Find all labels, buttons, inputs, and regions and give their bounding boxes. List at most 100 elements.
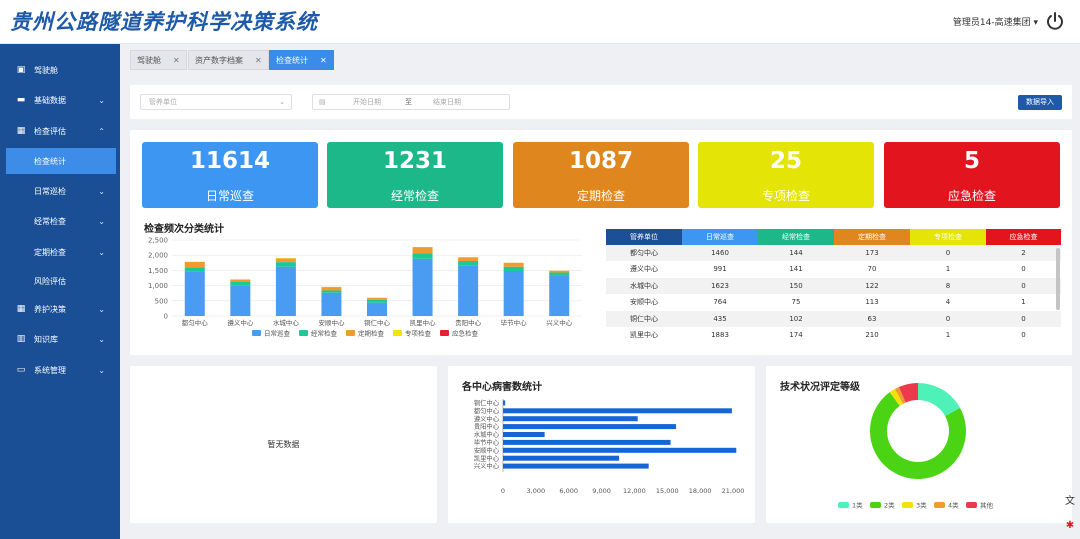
stat-label: 专项检查 xyxy=(761,189,810,203)
sidebar-item-label: 定期检查 xyxy=(34,247,66,257)
table-cell: 1460 xyxy=(711,249,729,257)
import-data-button[interactable]: 数据导入 xyxy=(1018,95,1062,110)
bar-segment[interactable] xyxy=(230,281,251,286)
table-row[interactable]: 水城中心 1623 150 122 8 0 xyxy=(606,277,1061,295)
stat-value: 5 xyxy=(963,148,980,174)
sidebar-item-dashboard[interactable]: ▣ 驾驶舱 xyxy=(0,57,120,83)
table-row[interactable]: 都匀中心 1460 144 173 0 2 xyxy=(606,245,1061,262)
tab-asset-archive[interactable]: 资产数字档案 ✕ xyxy=(188,50,269,70)
sidebar-item-system[interactable]: ▭ 系统管理 ⌄ xyxy=(0,357,120,383)
bar-segment[interactable] xyxy=(549,275,570,316)
bar-segment[interactable] xyxy=(503,262,524,267)
bar-segment[interactable] xyxy=(367,299,387,303)
bar-segment[interactable] xyxy=(321,292,342,316)
bar-segment[interactable] xyxy=(549,272,570,276)
bar[interactable] xyxy=(503,432,545,437)
table-cell: 4 xyxy=(945,298,951,307)
donut-slice[interactable] xyxy=(918,383,961,417)
table-cell: 安顺中心 xyxy=(630,298,658,307)
chevron-down-icon: ⌄ xyxy=(98,186,105,196)
bar-segment[interactable] xyxy=(412,247,433,254)
x-tick-label: 18,000 xyxy=(689,487,712,495)
bar-segment[interactable] xyxy=(412,258,433,316)
bar-segment[interactable] xyxy=(230,285,251,316)
table-cell: 102 xyxy=(789,314,803,323)
table-cell: 2 xyxy=(1021,249,1026,257)
table-row[interactable]: 铜仁中心 435 102 63 0 0 xyxy=(606,310,1061,327)
sidebar-item-inspection-stats[interactable]: 检查统计 xyxy=(6,148,116,174)
bar-segment[interactable] xyxy=(458,257,479,261)
bar-segment[interactable] xyxy=(321,290,342,293)
bar[interactable] xyxy=(503,400,506,406)
bar-segment[interactable] xyxy=(275,258,296,263)
legend-swatch xyxy=(299,330,308,336)
y-tick-label: 遵义中心 xyxy=(474,414,500,423)
table-cell: 1 xyxy=(945,265,951,274)
sidebar-item-maintenance-decision[interactable]: ▦ 养护决策 ⌄ xyxy=(0,296,120,322)
bar-segment[interactable] xyxy=(184,271,205,316)
bar[interactable] xyxy=(503,447,737,453)
tab-dashboard[interactable]: 驾驶舱 ✕ xyxy=(130,50,187,70)
close-icon[interactable]: ✕ xyxy=(320,56,327,65)
sidebar-item-knowledge[interactable]: ▥ 知识库 ⌄ xyxy=(0,326,120,352)
disease-panel: 各中心病害数统计 0 3,000 6,000 9,000 12,000 15,000 18,… xyxy=(448,366,755,523)
bar[interactable] xyxy=(503,455,620,461)
bar[interactable] xyxy=(503,439,671,445)
assistant-icon[interactable]: ✱ xyxy=(1062,518,1078,534)
bar-segment[interactable] xyxy=(458,265,479,316)
sidebar-item-regular-check[interactable]: 经常检查 ⌄ xyxy=(0,208,120,234)
legend-swatch xyxy=(902,502,913,508)
close-icon[interactable]: ✕ xyxy=(173,56,180,65)
power-icon[interactable] xyxy=(1045,11,1065,31)
bar-segment[interactable] xyxy=(458,260,479,266)
sidebar-item-label: 系统管理 xyxy=(34,365,66,375)
sidebar-item-periodic-check[interactable]: 定期检查 ⌄ xyxy=(0,239,120,265)
bar-segment[interactable] xyxy=(367,297,387,300)
bar-segment[interactable] xyxy=(230,279,251,282)
tab-bar: 驾驶舱 ✕ 资产数字档案 ✕ 检查统计 ✕ xyxy=(120,44,1080,76)
bar[interactable] xyxy=(503,424,677,430)
tab-inspection-stats[interactable]: 检查统计 ✕ xyxy=(269,50,334,70)
close-icon[interactable]: ✕ xyxy=(255,56,262,65)
user-menu[interactable]: 管理员14-高速集团 ▾ xyxy=(953,15,1038,28)
chevron-down-icon: ⌄ xyxy=(98,365,105,375)
unit-select[interactable]: 管养单位 ⌄ xyxy=(140,94,292,110)
sidebar-item-inspection[interactable]: ▦ 检查评估 ⌃ xyxy=(0,118,120,144)
bar-segment[interactable] xyxy=(321,287,342,291)
table-row[interactable]: 安顺中心 764 75 113 4 1 xyxy=(606,294,1061,310)
bar[interactable] xyxy=(503,416,638,422)
end-date-input[interactable]: 结束日期 xyxy=(433,95,461,109)
sidebar-item-label: 检查评估 xyxy=(34,126,66,136)
table-row[interactable]: 凯里中心 1883 174 210 1 0 xyxy=(606,327,1061,343)
stat-value: 1087 xyxy=(568,148,633,174)
bar[interactable] xyxy=(503,408,732,414)
table-scrollbar[interactable] xyxy=(1056,248,1060,310)
bar-segment[interactable] xyxy=(503,271,524,316)
no-data-text: 暂无数据 xyxy=(267,440,300,449)
sidebar-item-risk-assessment[interactable]: 风险评估 xyxy=(0,268,120,294)
chevron-down-icon: ⌄ xyxy=(98,304,105,314)
translate-icon[interactable]: 文 xyxy=(1062,494,1078,510)
legend-label: 定期检查 xyxy=(358,329,385,338)
table-cell: 141 xyxy=(789,265,803,274)
bar-segment[interactable] xyxy=(275,262,296,267)
date-range-picker[interactable]: ▤ 开始日期 至 结束日期 xyxy=(312,94,510,110)
legend-label: 经常检查 xyxy=(311,329,338,338)
stat-value: 1231 xyxy=(382,148,447,174)
stat-value: 25 xyxy=(769,148,802,174)
start-date-input[interactable]: 开始日期 xyxy=(353,95,381,109)
bar-segment[interactable] xyxy=(367,302,387,316)
table-cell: 0 xyxy=(1021,330,1026,339)
bar-segment[interactable] xyxy=(184,267,205,272)
bar-segment[interactable] xyxy=(275,266,296,316)
bar-segment[interactable] xyxy=(549,270,570,273)
bar[interactable] xyxy=(503,463,649,469)
stat-card-special-check: 25 专项检查 xyxy=(698,142,874,208)
sidebar-item-daily-patrol[interactable]: 日常巡检 ⌄ xyxy=(0,178,120,204)
sidebar-item-base-data[interactable]: ▬ 基础数据 ⌄ xyxy=(0,87,120,113)
table-row[interactable]: 遵义中心 991 141 70 1 0 xyxy=(606,261,1061,277)
bar-segment[interactable] xyxy=(412,253,433,259)
bar-segment[interactable] xyxy=(503,266,524,272)
bar-segment[interactable] xyxy=(184,261,205,268)
x-tick-label: 毕节中心 xyxy=(501,318,527,327)
